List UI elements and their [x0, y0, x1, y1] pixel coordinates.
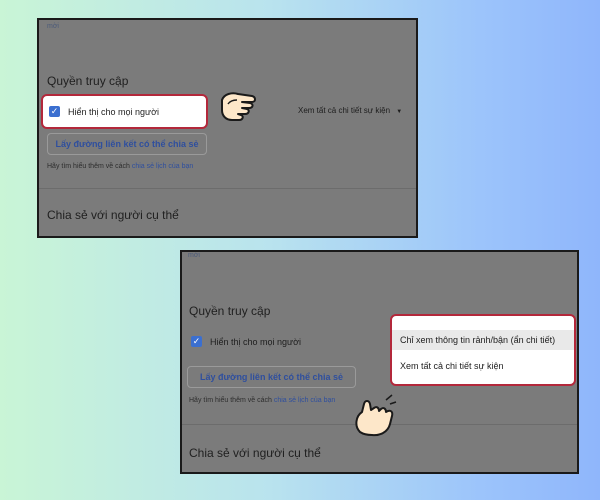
dropdown-value: Xem tất cả chi tiết sự kiện	[298, 106, 391, 115]
checkbox-public[interactable]: ✓	[49, 106, 60, 117]
screenshot-panel-top: mời Quyền truy cập ✓ Hiển thị cho mọi ng…	[37, 18, 418, 238]
check-icon: ✓	[50, 106, 59, 116]
helper-link[interactable]: chia sẻ lịch của bạn	[274, 397, 335, 404]
get-shareable-link-button[interactable]: Lấy đường liên kết có thể chia sẻ	[187, 366, 356, 388]
pointing-hand-icon	[355, 394, 397, 437]
section-title-access: Quyền truy cập	[47, 74, 129, 88]
helper-prefix: Hãy tìm hiểu thêm về cách	[47, 163, 130, 170]
menu-option-all-details[interactable]: Xem tất cả chi tiết sự kiện	[392, 356, 574, 376]
menu-option-free-busy[interactable]: Chỉ xem thông tin rảnh/bận (ẩn chi tiết)	[392, 330, 574, 350]
section-title-share: Chia sẻ với người cụ thể	[47, 208, 179, 222]
visibility-dropdown-menu: Chỉ xem thông tin rảnh/bận (ẩn chi tiết)…	[390, 314, 576, 386]
helper-text: Hãy tìm hiểu thêm về cách chia sẻ lịch c…	[47, 163, 193, 170]
cropped-text: mời	[188, 252, 200, 259]
section-title-access: Quyền truy cập	[189, 304, 271, 318]
helper-link[interactable]: chia sẻ lịch của bạn	[132, 163, 193, 170]
section-title-share: Chia sẻ với người cụ thể	[189, 446, 321, 460]
divider	[39, 188, 416, 189]
get-shareable-link-button[interactable]: Lấy đường liên kết có thể chia sẻ	[47, 133, 207, 155]
cropped-text: mời	[47, 23, 59, 30]
public-visibility-highlight[interactable]: ✓ Hiển thị cho mọi người	[41, 94, 208, 129]
helper-text: Hãy tìm hiểu thêm về cách chia sẻ lịch c…	[189, 397, 335, 404]
pointing-hand-icon	[221, 92, 256, 121]
dropdown-arrow-icon: ▼	[396, 109, 403, 115]
checkbox-label: Hiển thị cho mọi người	[68, 107, 159, 117]
visibility-dropdown[interactable]: Xem tất cả chi tiết sự kiện ▼	[298, 106, 402, 115]
screenshot-panel-bottom: mời Quyền truy cập ✓ Hiển thị cho mọi ng…	[180, 250, 579, 474]
helper-prefix: Hãy tìm hiểu thêm về cách	[189, 397, 272, 404]
checkbox-label: Hiển thị cho mọi người	[210, 337, 301, 347]
checkbox-public[interactable]: ✓	[191, 336, 202, 347]
check-icon: ✓	[192, 336, 201, 346]
